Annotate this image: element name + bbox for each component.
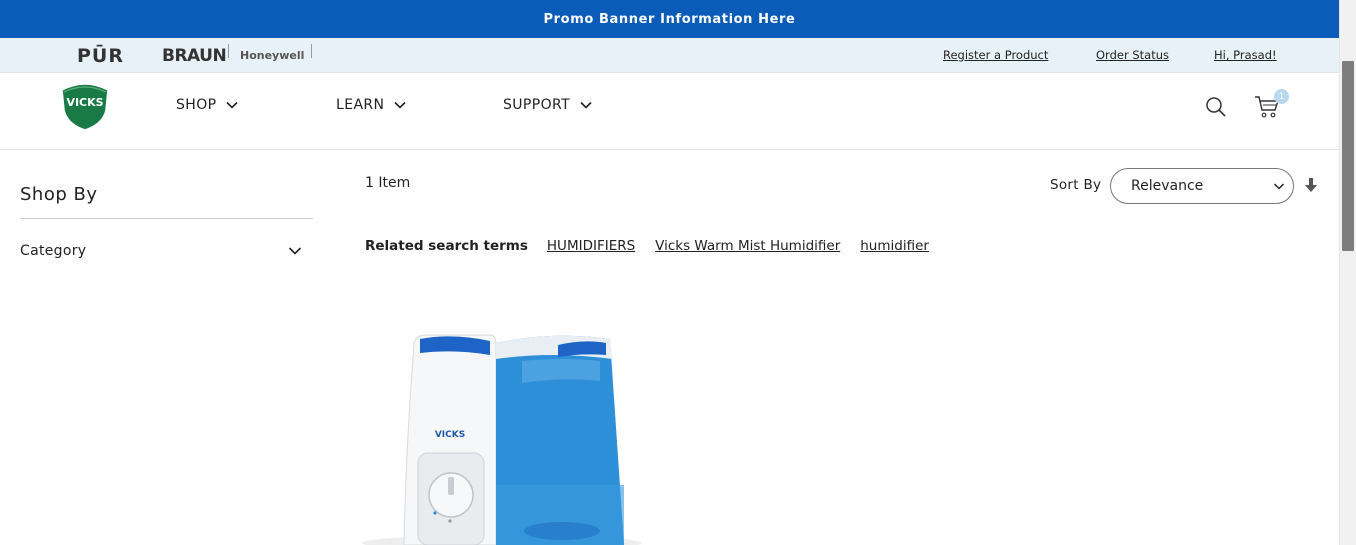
- nav-learn-label: LEARN: [336, 97, 385, 113]
- brand-honeywell-logo[interactable]: Honeywell: [240, 38, 304, 73]
- product-brand-text: VICKS: [435, 430, 465, 440]
- nav-support-label: SUPPORT: [503, 97, 571, 113]
- chevron-down-icon: [394, 101, 407, 109]
- scrollbar-thumb[interactable]: [1342, 61, 1354, 251]
- sort-direction-icon[interactable]: [1303, 176, 1319, 194]
- filter-category[interactable]: Category: [20, 241, 302, 261]
- nav-learn[interactable]: LEARN: [336, 97, 407, 113]
- chevron-down-icon: [1273, 183, 1285, 190]
- shop-by-heading: Shop By: [20, 184, 98, 205]
- brand-bar: PŪR BRAUN Honeywell Register a Product O…: [0, 38, 1339, 73]
- chevron-down-icon: [288, 247, 302, 255]
- nav-shop[interactable]: SHOP: [176, 97, 239, 113]
- nav-shop-label: SHOP: [176, 97, 217, 113]
- result-count: 1 Item: [365, 175, 411, 191]
- promo-banner[interactable]: Promo Banner Information Here: [0, 0, 1339, 38]
- brand-pur-logo[interactable]: PŪR: [77, 38, 124, 73]
- related-term-link[interactable]: humidifier: [860, 238, 929, 254]
- filter-category-label: Category: [20, 243, 87, 259]
- brand-divider: [311, 44, 312, 58]
- related-search-label: Related search terms: [365, 238, 528, 254]
- related-term-link[interactable]: Vicks Warm Mist Humidifier: [655, 238, 840, 254]
- main-nav: VICKS SHOP LEARN SUPPORT: [0, 73, 1339, 150]
- related-term-link[interactable]: HUMIDIFIERS: [547, 238, 635, 254]
- logo-text: VICKS: [66, 96, 103, 109]
- search-icon[interactable]: [1205, 96, 1227, 118]
- vicks-logo[interactable]: VICKS: [59, 80, 111, 132]
- cart-count-badge: 1: [1274, 89, 1289, 104]
- brand-divider: [228, 44, 229, 58]
- order-status-link[interactable]: Order Status: [1096, 38, 1169, 72]
- chevron-down-icon: [580, 101, 592, 109]
- account-link[interactable]: Hi, Prasad!: [1214, 38, 1277, 72]
- register-product-link[interactable]: Register a Product: [943, 38, 1048, 72]
- promo-text: Promo Banner Information Here: [543, 11, 796, 27]
- sort-select[interactable]: Relevance: [1110, 168, 1294, 204]
- nav-support[interactable]: SUPPORT: [503, 97, 592, 113]
- sort-label: Sort By: [1050, 177, 1102, 193]
- related-search-terms: Related search terms HUMIDIFIERS Vicks W…: [365, 237, 949, 255]
- divider: [20, 218, 313, 219]
- page-scrollbar[interactable]: [1339, 0, 1356, 545]
- brand-braun-logo[interactable]: BRAUN: [162, 38, 227, 73]
- product-image[interactable]: VICKS: [362, 325, 652, 545]
- sort-value: Relevance: [1131, 178, 1204, 194]
- chevron-down-icon: [226, 101, 239, 109]
